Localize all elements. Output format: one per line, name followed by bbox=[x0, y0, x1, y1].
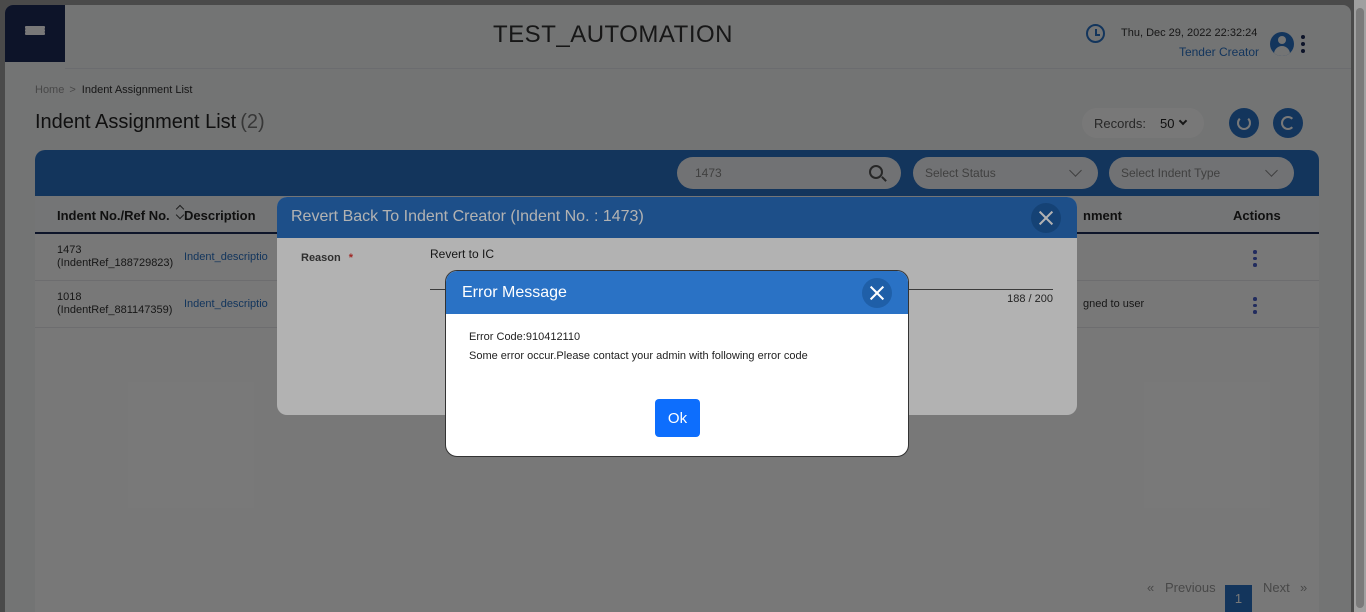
error-code: Error Code:910412110 bbox=[469, 331, 581, 343]
error-modal-title: Error Message bbox=[462, 284, 567, 301]
scrollbar-thumb[interactable] bbox=[1356, 8, 1364, 608]
page-scrollbar[interactable] bbox=[1354, 0, 1366, 612]
ok-button[interactable]: Ok bbox=[655, 399, 700, 437]
close-icon[interactable] bbox=[862, 278, 892, 308]
error-modal: Error Message Error Code:910412110 Some … bbox=[445, 270, 909, 457]
error-message: Some error occur.Please contact your adm… bbox=[469, 350, 808, 362]
error-modal-header: Error Message bbox=[446, 271, 908, 314]
